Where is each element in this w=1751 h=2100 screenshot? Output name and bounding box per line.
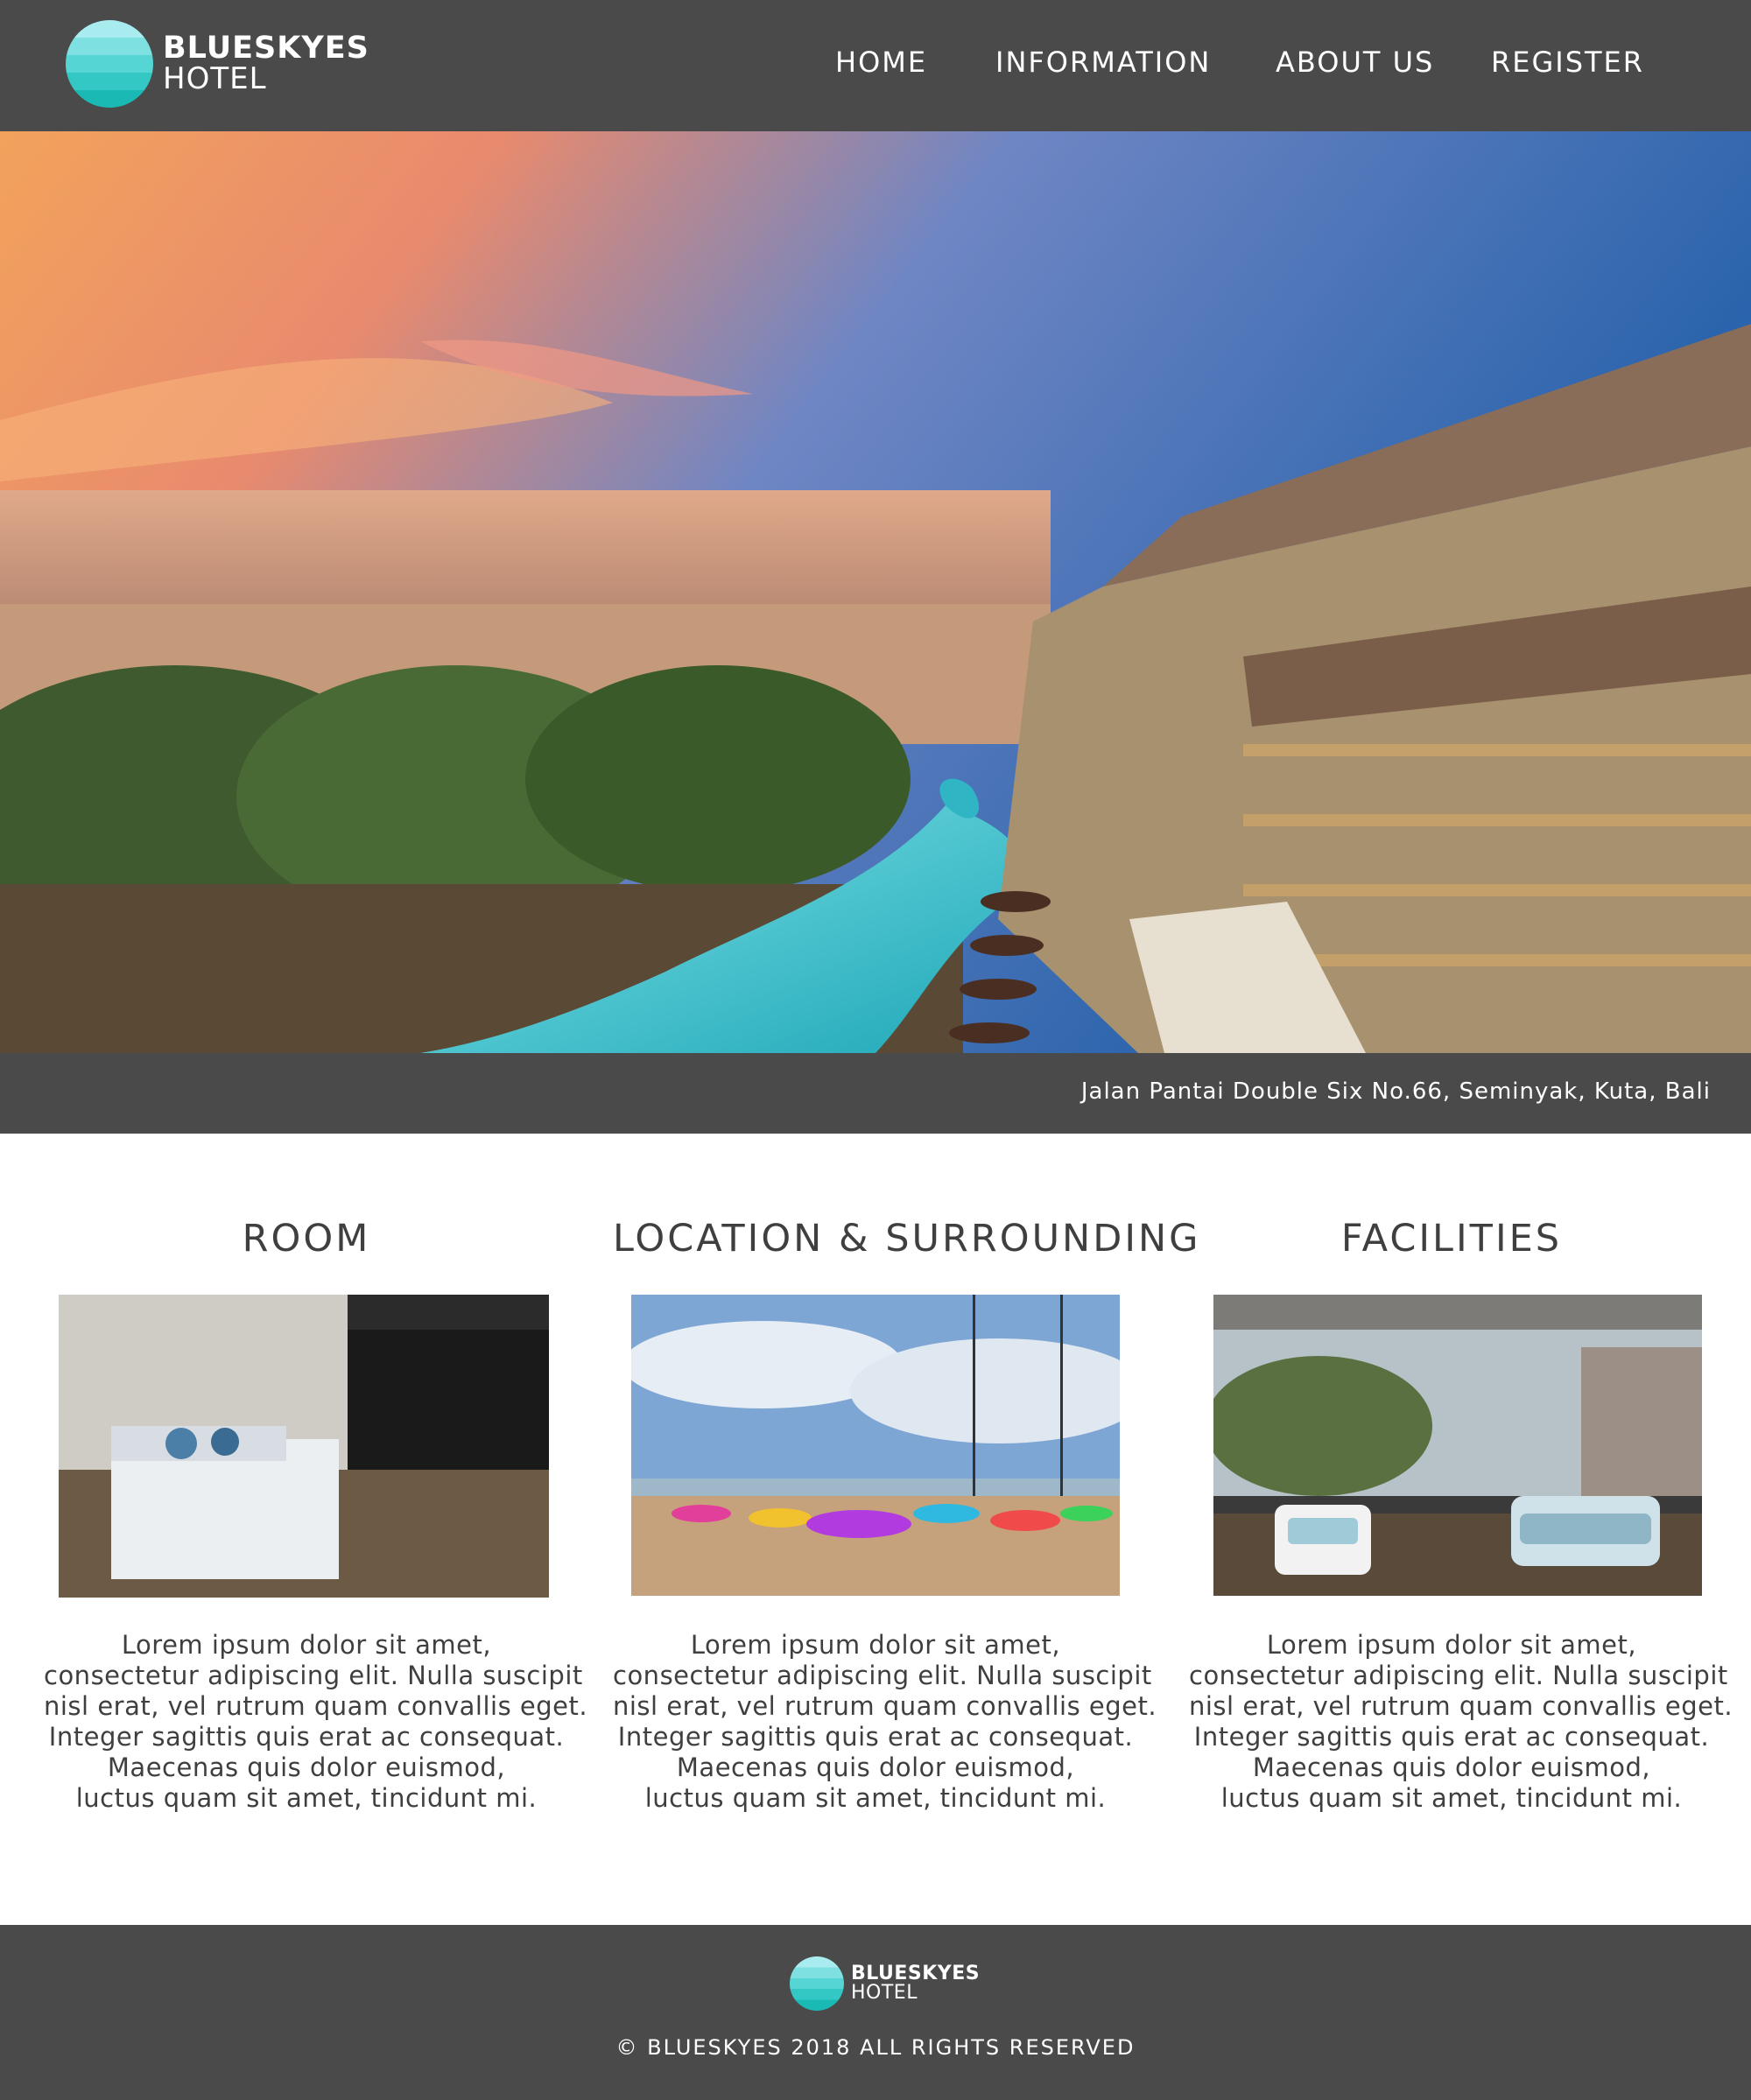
nav-about-us[interactable]: ABOUT US: [1276, 46, 1434, 79]
description-line: consectetur adipiscing elit. Nulla susci…: [613, 1661, 1152, 1690]
brand-wordmark: BLUESKYES HOTEL: [163, 32, 369, 94]
hotel-address: Jalan Pantai Double Six No.66, Seminyak,…: [1080, 1078, 1711, 1105]
address-bar: Jalan Pantai Double Six No.66, Seminyak,…: [0, 1053, 1751, 1134]
brand-name: BLUESKYES: [163, 31, 369, 66]
description-line: Integer sagittis quis erat ac consequat.: [1193, 1722, 1710, 1752]
description-line: Maecenas quis dolor euismod,: [107, 1752, 506, 1782]
brand-subname: HOTEL: [851, 1982, 918, 2004]
site-footer: BLUESKYES HOTEL © BLUESKYES 2018 ALL RIG…: [0, 1925, 1751, 2100]
description-line: Lorem ipsum dolor sit amet,: [1266, 1630, 1637, 1660]
description-line: consectetur adipiscing elit. Nulla susci…: [1189, 1661, 1728, 1690]
feature-location: LOCATION & SURROUNDING Lorem ipsum dolor…: [613, 1208, 1201, 1813]
description-line: Maecenas quis dolor euismod,: [676, 1752, 1075, 1782]
nav-home[interactable]: HOME: [835, 46, 927, 79]
feature-room: ROOM Lorem ipsum dolor sit amet, consect…: [44, 1208, 587, 1813]
nav-information[interactable]: INFORMATION: [995, 46, 1211, 79]
feature-title: LOCATION & SURROUNDING: [613, 1217, 1201, 1261]
feature-description: Lorem ipsum dolor sit amet, consectetur …: [613, 1630, 1157, 1814]
description-line: nisl erat, vel rutrum quam convallis ege…: [613, 1691, 1157, 1721]
description-line: nisl erat, vel rutrum quam convallis ege…: [1189, 1691, 1733, 1721]
feature-title: ROOM: [242, 1217, 371, 1261]
brand-wordmark: BLUESKYES HOTEL: [851, 1963, 980, 2003]
description-line: Lorem ipsum dolor sit amet,: [690, 1630, 1061, 1660]
description-line: luctus quam sit amet, tincidunt mi.: [1220, 1783, 1683, 1813]
feature-title: FACILITIES: [1340, 1217, 1563, 1261]
room-photo[interactable]: [59, 1295, 549, 1598]
facilities-photo[interactable]: [1213, 1295, 1702, 1596]
copyright-text: © BLUESKYES 2018 ALL RIGHTS RESERVED: [615, 2035, 1136, 2060]
description-line: consectetur adipiscing elit. Nulla susci…: [44, 1661, 583, 1690]
feature-facilities: FACILITIES Lorem ipsum dolor sit amet, c…: [1189, 1208, 1733, 1813]
description-line: Lorem ipsum dolor sit amet,: [121, 1630, 492, 1660]
site-header: BLUESKYES HOTEL HOME INFORMATION ABOUT U…: [0, 0, 1751, 131]
brand-logo[interactable]: BLUESKYES HOTEL: [66, 20, 369, 111]
logo-icon: [66, 20, 153, 108]
feature-description: Lorem ipsum dolor sit amet, consectetur …: [44, 1630, 588, 1814]
description-line: Maecenas quis dolor euismod,: [1252, 1752, 1651, 1782]
description-line: luctus quam sit amet, tincidunt mi.: [75, 1783, 538, 1813]
logo-icon: [790, 1956, 844, 2011]
brand-subname: HOTEL: [163, 61, 267, 96]
description-line: Integer sagittis quis erat ac consequat.: [48, 1722, 565, 1752]
nav-register[interactable]: REGISTER: [1491, 46, 1644, 79]
hero-image: [0, 131, 1751, 1053]
feature-description: Lorem ipsum dolor sit amet, consectetur …: [1189, 1630, 1733, 1814]
footer-logo[interactable]: BLUESKYES HOTEL: [790, 1956, 982, 2012]
location-photo[interactable]: [631, 1295, 1120, 1596]
description-line: nisl erat, vel rutrum quam convallis ege…: [44, 1691, 588, 1721]
brand-name: BLUESKYES: [851, 1963, 981, 1984]
description-line: luctus quam sit amet, tincidunt mi.: [644, 1783, 1107, 1813]
description-line: Integer sagittis quis erat ac consequat.: [617, 1722, 1134, 1752]
